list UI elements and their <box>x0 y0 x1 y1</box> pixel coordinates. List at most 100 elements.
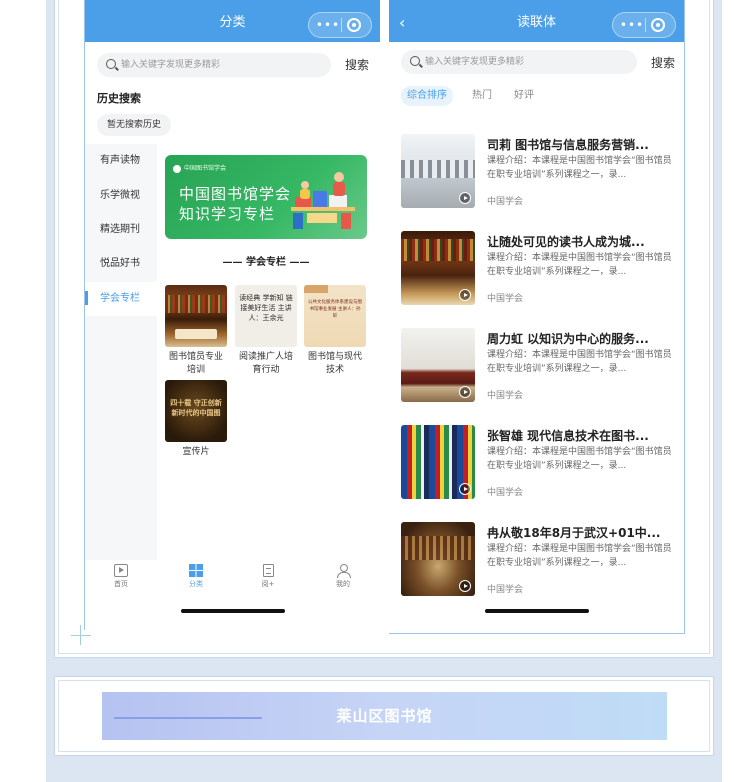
user-icon <box>336 564 351 578</box>
course-author: 中国学会 <box>487 294 524 304</box>
bottom-tabbar: 首页 分类 阅+ 我的 <box>85 562 380 594</box>
tab-read-plus[interactable]: 阅+ <box>243 562 293 589</box>
course-author: 中国学会 <box>487 391 524 401</box>
course-description: 课程介绍：本课程是中国图书馆学会“图书馆员在职专业培训”系列课程之一，录... <box>487 350 672 374</box>
play-icon[interactable] <box>459 192 471 204</box>
side-nav-item-audiobooks[interactable]: 有声读物 <box>85 144 157 178</box>
search-input[interactable]: 输入关键字发现更多精彩 <box>97 53 331 77</box>
course-description: 课程介绍：本课程是中国图书馆学会“图书馆员在职专业培训”系列课程之一，录... <box>487 253 672 277</box>
mini-program-capsule[interactable]: ••• <box>612 12 676 38</box>
tab-label: 阅+ <box>261 580 275 588</box>
tab-category[interactable]: 分类 <box>171 562 221 589</box>
course-thumbnail: 公共文化服务体系建设与图书馆事业发展 主讲人：孙轩 <box>304 285 366 347</box>
more-icon[interactable]: ••• <box>315 13 341 37</box>
search-button[interactable]: 搜索 <box>345 56 369 73</box>
course-caption: 宣传片 <box>182 447 210 457</box>
course-title: 司莉 图书馆与信息服务营销... <box>487 138 649 152</box>
filter-comprehensive[interactable]: 综合排序 <box>401 86 453 106</box>
tab-home[interactable]: 首页 <box>96 562 146 589</box>
capsule-divider <box>341 18 342 32</box>
banner-logo: 中国图书馆学会 <box>173 163 226 173</box>
course-list-item[interactable]: 张智雄 现代信息技术在图书... 课程介绍：本课程是中国图书馆学会“图书馆员在职… <box>401 425 679 501</box>
course-cover <box>401 231 475 305</box>
course-description: 课程介绍：本课程是中国图书馆学会“图书馆员在职专业培训”系列课程之一，录... <box>487 544 672 568</box>
grid-icon <box>189 564 203 577</box>
course-list-item[interactable]: 周力虹 以知识为中心的服务... 课程介绍：本课程是中国图书馆学会“图书馆员在职… <box>401 328 679 404</box>
course-title: 周力虹 以知识为中心的服务... <box>487 332 649 346</box>
tab-mine[interactable]: 我的 <box>318 562 368 589</box>
history-empty-chip: 暂无搜索历史 <box>97 114 172 136</box>
search-icon <box>106 59 116 69</box>
close-target-icon[interactable] <box>651 18 665 32</box>
side-nav: 有声读物 乐学微视 精选期刊 悦品好书 学会专栏 <box>85 144 157 560</box>
course-cover <box>401 328 475 402</box>
tab-label: 分类 <box>189 580 203 588</box>
side-nav-item-society-column[interactable]: 学会专栏 <box>85 282 157 316</box>
reading-people-illustration-icon <box>291 172 355 229</box>
course-description: 课程介绍：本课程是中国图书馆学会“图书馆员在职专业培训”系列课程之一，录... <box>487 156 672 180</box>
thumbnail-text: 公共文化服务体系建设与图书馆事业发展 主讲人：孙轩 <box>308 300 362 319</box>
tab-label: 我的 <box>336 580 350 588</box>
course-card[interactable]: 公共文化服务体系建设与图书馆事业发展 主讲人：孙轩 图书馆与现代技术 <box>304 285 366 377</box>
course-card[interactable]: 读经典 学新知 链接美好生活 主讲人：王余光 阅读推广人培育行动 <box>235 285 297 377</box>
search-placeholder: 输入关键字发现更多精彩 <box>121 60 221 70</box>
course-author: 中国学会 <box>487 488 524 498</box>
course-description: 课程介绍：本课程是中国图书馆学会“图书馆员在职专业培训”系列课程之一，录... <box>487 447 672 471</box>
side-nav-item-good-books[interactable]: 悦品好书 <box>85 247 157 281</box>
course-thumbnail: 读经典 学新知 链接美好生活 主讲人：王余光 <box>235 285 297 347</box>
search-button[interactable]: 搜索 <box>651 54 675 71</box>
search-icon <box>410 56 420 66</box>
play-icon <box>114 564 128 577</box>
play-icon[interactable] <box>459 483 471 495</box>
course-title: 张智雄 现代信息技术在图书... <box>487 429 649 443</box>
society-logo-icon <box>173 164 181 173</box>
navbar: 分类 ••• <box>85 0 380 42</box>
more-icon[interactable]: ••• <box>619 13 645 37</box>
search-placeholder: 输入关键字发现更多精彩 <box>425 57 525 67</box>
library-ribbon: 莱山区图书馆 <box>102 692 667 740</box>
course-title: 让随处可见的读书人成为城... <box>487 235 645 249</box>
course-cover <box>401 425 475 499</box>
course-title: 冉从敬18年8月于武汉+01中... <box>487 526 661 540</box>
filter-good-reviews[interactable]: 好评 <box>514 86 534 106</box>
course-caption: 图书馆员专业培训 <box>168 352 223 375</box>
course-cover <box>401 522 475 596</box>
society-banner[interactable]: 中国图书馆学会 中国图书馆学会 知识学习专栏 <box>165 155 367 239</box>
course-caption: 阅读推广人培育行动 <box>238 352 293 375</box>
banner-title-line2: 知识学习专栏 <box>179 205 276 223</box>
course-caption: 图书馆与现代技术 <box>307 352 362 375</box>
mini-program-capsule[interactable]: ••• <box>308 12 372 38</box>
thumbnail-text: 读经典 学新知 链接美好生活 主讲人：王余光 <box>239 294 293 322</box>
course-thumbnail: 四十载 守正创新 新时代的中国图 <box>165 380 227 442</box>
course-thumbnail <box>165 285 227 347</box>
play-icon[interactable] <box>459 580 471 592</box>
category-screen: 分类 ••• 输入关键字发现更多精彩 搜索 历史搜索 暂无搜索历史 有声读物 乐… <box>84 0 380 630</box>
side-nav-item-micro-videos[interactable]: 乐学微视 <box>85 179 157 213</box>
book-icon <box>262 564 274 577</box>
section-title: —— 学会专栏 —— <box>222 257 310 268</box>
course-author: 中国学会 <box>487 585 524 595</box>
course-author: 中国学会 <box>487 197 524 207</box>
play-icon[interactable] <box>459 289 471 301</box>
course-list-item[interactable]: 司莉 图书馆与信息服务营销... 课程介绍：本课程是中国图书馆学会“图书馆员在职… <box>401 134 679 210</box>
course-cover <box>401 134 475 208</box>
course-card[interactable]: 图书馆员专业培训 <box>165 285 227 377</box>
close-target-icon[interactable] <box>347 18 361 32</box>
search-input[interactable]: 输入关键字发现更多精彩 <box>401 50 637 74</box>
capsule-divider <box>645 18 646 32</box>
course-list-item[interactable]: 让随处可见的读书人成为城... 课程介绍：本课程是中国图书馆学会“图书馆员在职专… <box>401 231 679 307</box>
filter-hot[interactable]: 热门 <box>472 86 492 106</box>
home-indicator[interactable] <box>485 609 589 613</box>
reading-alliance-screen: ‹ 读联体 ••• 输入关键字发现更多精彩 搜索 综合排序 热门 好评 司莉 图… <box>389 0 685 634</box>
thumbnail-text: 四十载 守正创新 新时代的中国图 <box>170 398 222 417</box>
play-icon[interactable] <box>459 386 471 398</box>
side-nav-item-journals[interactable]: 精选期刊 <box>85 213 157 247</box>
corner-cross-mark-h <box>71 635 91 636</box>
history-title: 历史搜索 <box>97 92 141 105</box>
course-list-item[interactable]: 冉从敬18年8月于武汉+01中... 课程介绍：本课程是中国图书馆学会“图书馆员… <box>401 522 679 598</box>
banner-title-line1: 中国图书馆学会 <box>179 185 292 203</box>
library-name: 莱山区图书馆 <box>336 707 433 725</box>
course-card[interactable]: 四十载 守正创新 新时代的中国图 宣传片 <box>165 380 227 459</box>
home-indicator[interactable] <box>181 609 285 613</box>
tab-label: 首页 <box>114 580 128 588</box>
